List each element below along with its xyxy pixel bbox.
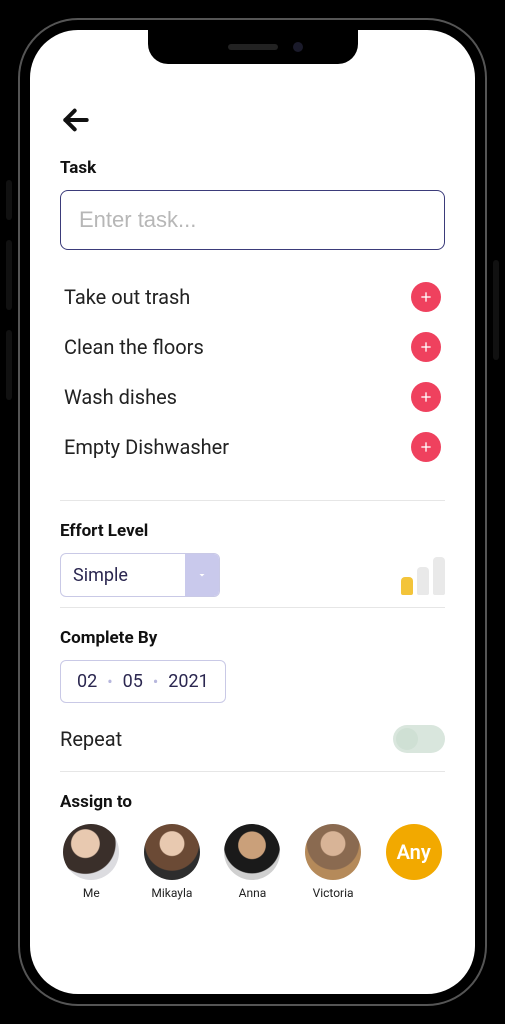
any-badge: Any <box>386 824 442 880</box>
repeat-toggle[interactable] <box>393 725 445 753</box>
task-section-label: Task <box>60 158 445 178</box>
plus-icon <box>418 339 434 355</box>
plus-icon <box>418 439 434 455</box>
assign-person[interactable]: Victoria <box>302 824 365 900</box>
toggle-knob-icon <box>396 728 418 750</box>
assign-person-name: Anna <box>239 886 267 900</box>
assign-person-name <box>412 886 415 900</box>
divider <box>60 607 445 608</box>
date-month: 05 <box>123 671 143 692</box>
task-suggestion-label: Take out trash <box>64 285 190 309</box>
back-arrow-icon <box>60 104 92 136</box>
date-year: 2021 <box>168 671 208 692</box>
task-suggestion-label: Empty Dishwasher <box>64 435 229 459</box>
add-task-button[interactable] <box>411 382 441 412</box>
assign-person-name: Mikayla <box>151 886 192 900</box>
plus-icon <box>418 389 434 405</box>
back-button[interactable] <box>60 100 100 140</box>
effort-select-caret <box>185 554 219 596</box>
effort-select[interactable]: Simple <box>60 553 220 597</box>
task-suggestion-label: Clean the floors <box>64 335 204 359</box>
add-task-button[interactable] <box>411 282 441 312</box>
assign-people-row: Me Mikayla Anna Victoria Any <box>60 824 445 900</box>
avatar <box>63 824 119 880</box>
date-separator-icon: • <box>107 672 112 691</box>
divider <box>60 500 445 501</box>
task-input[interactable] <box>60 190 445 250</box>
assign-person-name: Me <box>83 886 100 900</box>
assign-person[interactable]: Mikayla <box>141 824 204 900</box>
task-suggestion-row: Wash dishes <box>64 372 441 422</box>
app-screen: Task Take out trash Clean the floors Wa <box>30 30 475 994</box>
effort-bars-icon <box>401 555 445 595</box>
assign-section-label: Assign to <box>60 792 445 812</box>
avatar <box>144 824 200 880</box>
task-suggestion-row: Clean the floors <box>64 322 441 372</box>
plus-icon <box>418 289 434 305</box>
complete-by-date-picker[interactable]: 02 • 05 • 2021 <box>60 660 226 703</box>
date-separator-icon: • <box>153 672 158 691</box>
add-task-button[interactable] <box>411 432 441 462</box>
avatar <box>224 824 280 880</box>
task-suggestion-row: Empty Dishwasher <box>64 422 441 472</box>
assign-any[interactable]: Any <box>382 824 445 900</box>
repeat-label: Repeat <box>60 727 122 751</box>
avatar <box>305 824 361 880</box>
device-notch <box>148 30 358 64</box>
divider <box>60 771 445 772</box>
assign-person[interactable]: Anna <box>221 824 284 900</box>
effort-section-label: Effort Level <box>60 521 445 541</box>
chevron-down-icon <box>196 569 208 581</box>
add-task-button[interactable] <box>411 332 441 362</box>
complete-by-label: Complete By <box>60 628 445 648</box>
task-suggestion-row: Take out trash <box>64 272 441 322</box>
effort-select-value: Simple <box>61 554 185 596</box>
task-suggestion-label: Wash dishes <box>64 385 177 409</box>
assign-person[interactable]: Me <box>60 824 123 900</box>
task-suggestion-list: Take out trash Clean the floors Wash dis… <box>60 272 445 490</box>
assign-person-name: Victoria <box>313 886 354 900</box>
date-day: 02 <box>77 671 97 692</box>
